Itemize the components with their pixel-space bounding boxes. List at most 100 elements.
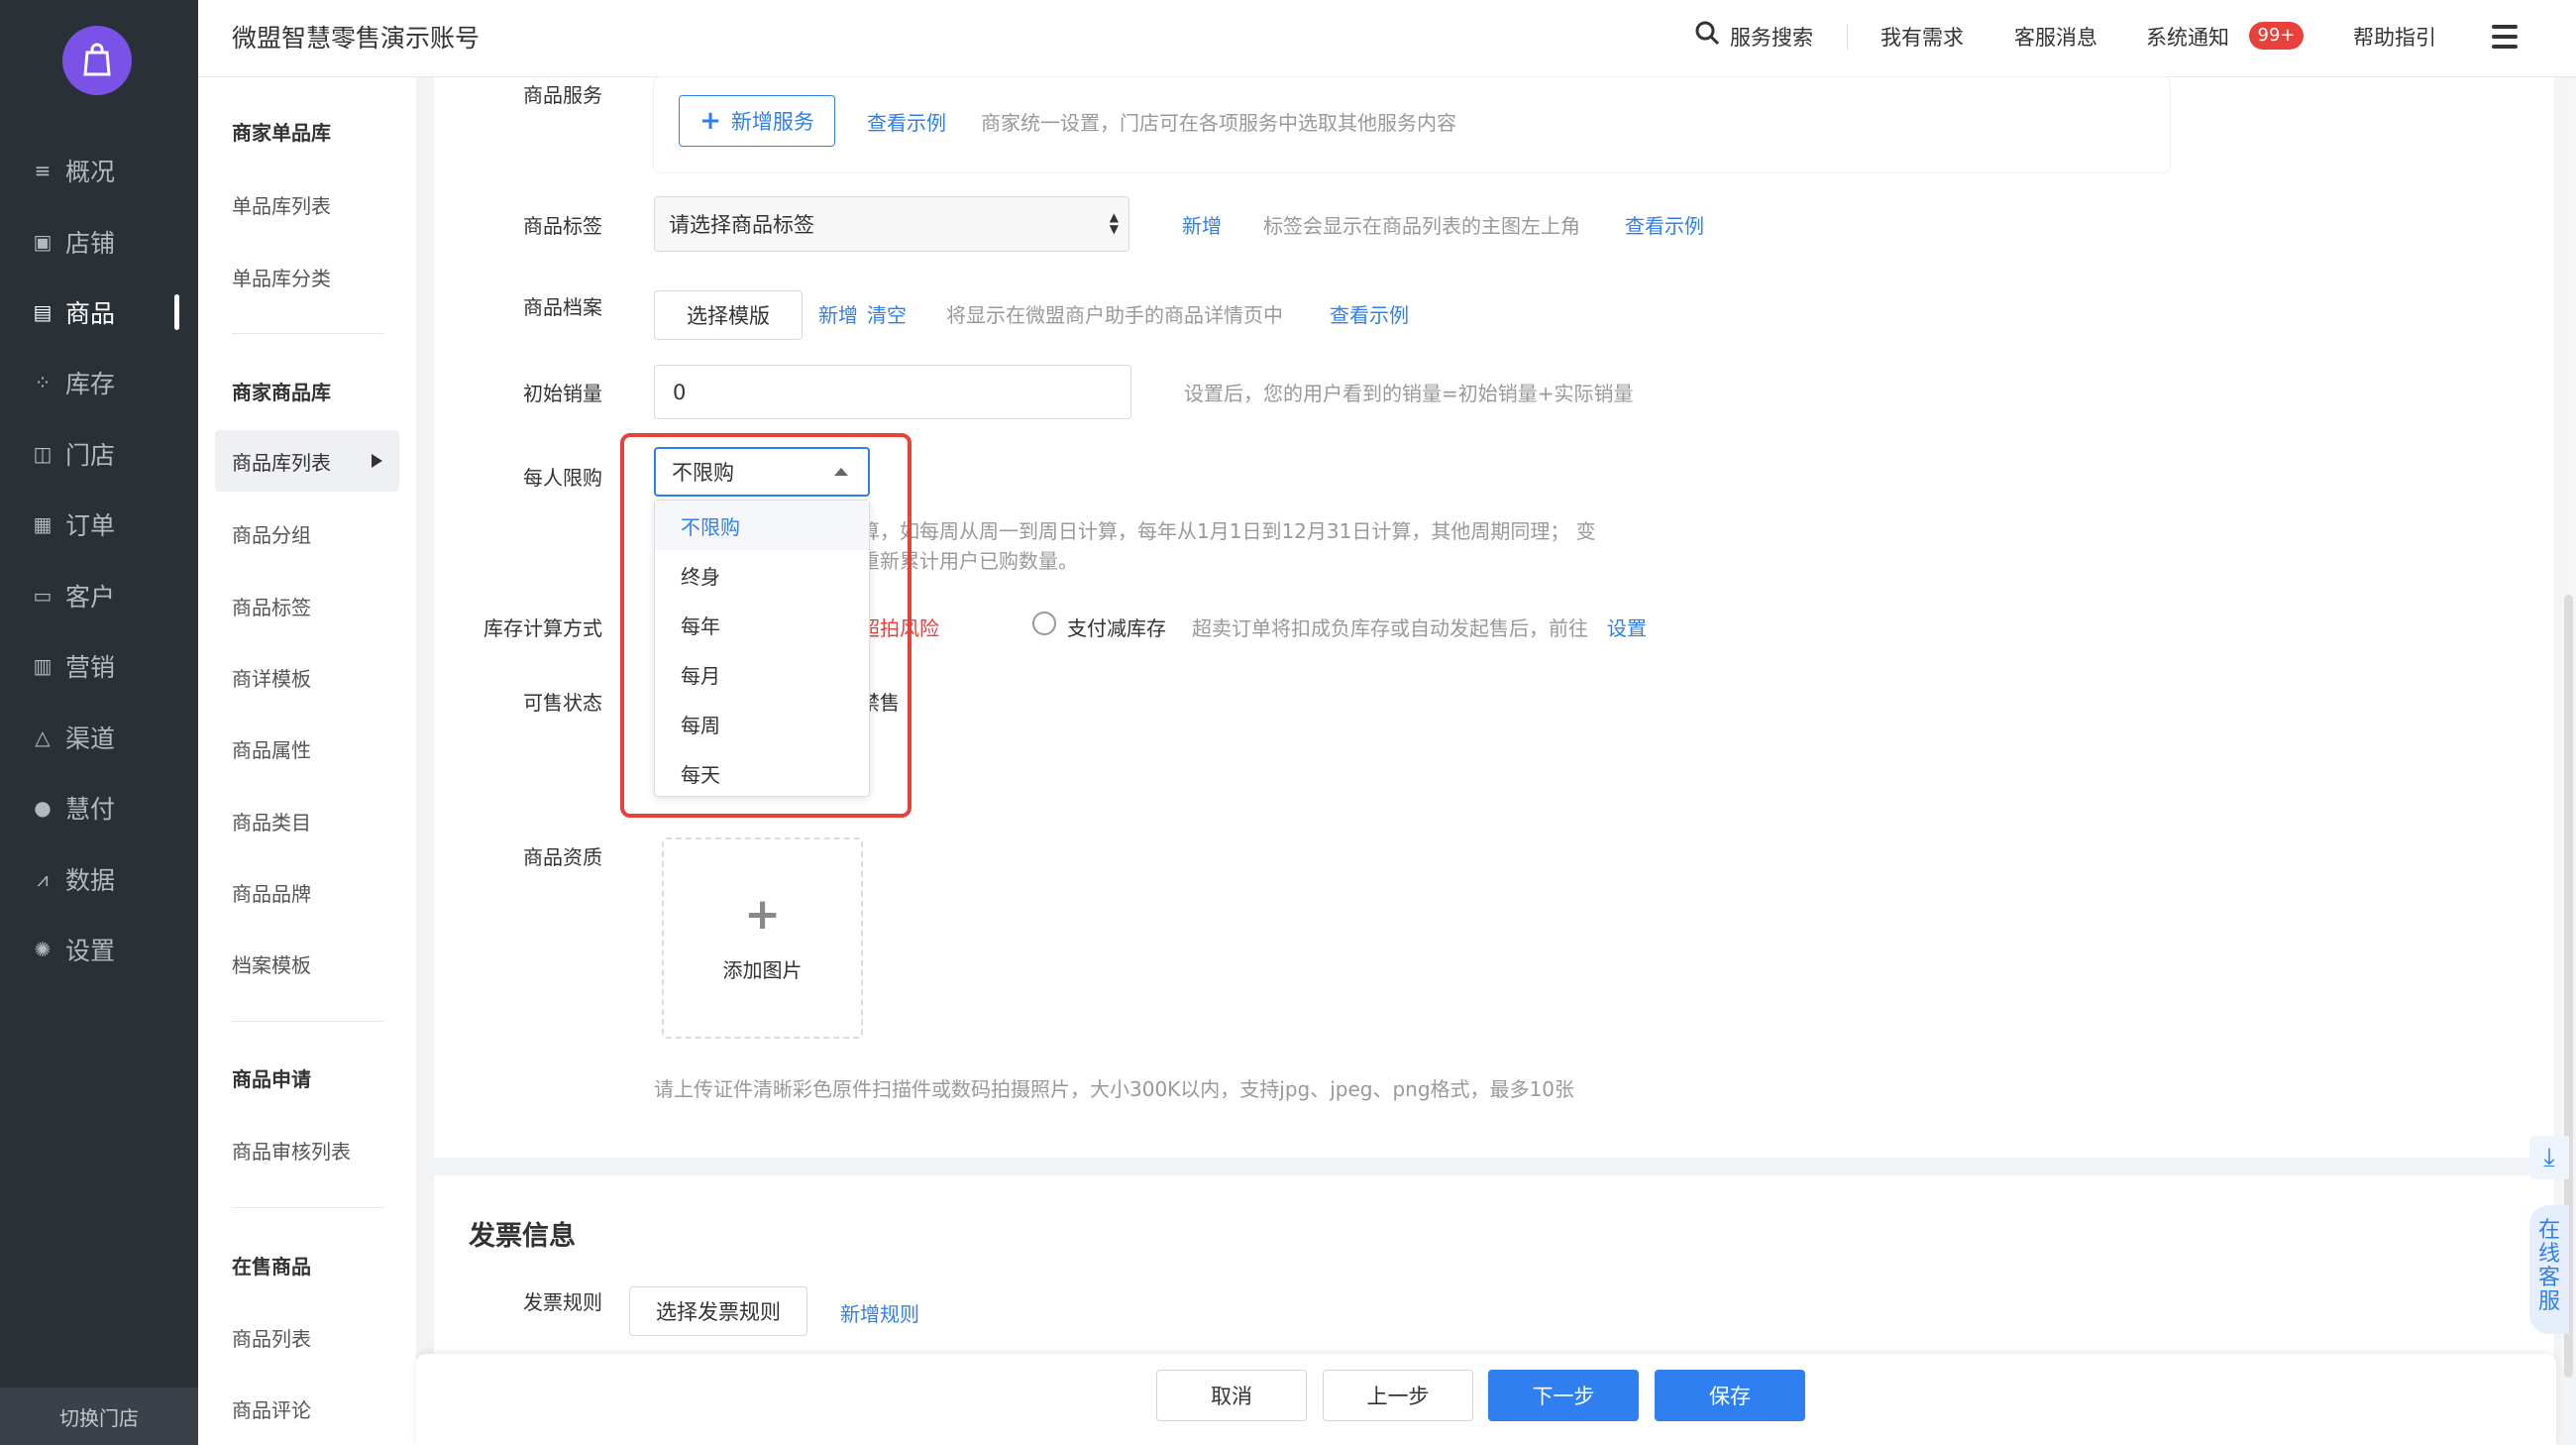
settings-icon: ✺ <box>34 938 52 961</box>
initial-sales-input[interactable]: 0 <box>654 365 1131 419</box>
nav-item-store[interactable]: ▣ 店铺 <box>0 217 198 267</box>
my-needs-link[interactable]: 我有需求 <box>1880 22 1964 52</box>
download-icon[interactable]: ⤓ <box>2529 1136 2569 1179</box>
tag-example-link[interactable]: 查看示例 <box>1625 210 1704 239</box>
nav-item-channel[interactable]: △ 渠道 <box>0 713 198 762</box>
clear-archive-link[interactable]: 清空 <box>867 299 907 328</box>
tag-select-value: 请选择商品标签 <box>669 213 814 237</box>
stock-calc-label: 库存计算方式 <box>483 616 602 640</box>
marketing-icon: ▥ <box>33 654 53 678</box>
stock-calc-hint: 超卖订单将扣成负库存或自动发起售后，前往 <box>1192 616 1588 640</box>
plus-icon: + <box>744 889 781 940</box>
subnav-item-label: 商品库列表 <box>232 450 331 475</box>
highlight-annotation <box>620 433 912 818</box>
add-tag-link[interactable]: 新增 <box>1182 210 1222 239</box>
nav-item-customer[interactable]: ▭ 客户 <box>0 571 198 620</box>
subnav-item[interactable]: 商详模板 <box>215 646 399 708</box>
nav-item-inventory[interactable]: ⁘ 库存 <box>0 358 198 407</box>
next-step-button[interactable]: 下一步 <box>1488 1370 1639 1421</box>
subnav-group-title: 商家单品库 <box>232 121 331 145</box>
cancel-button[interactable]: 取消 <box>1156 1370 1307 1421</box>
nav-label: 概况 <box>65 158 116 186</box>
app-logo[interactable] <box>62 26 132 95</box>
help-link[interactable]: 帮助指引 <box>2353 22 2436 52</box>
service-message-link[interactable]: 客服消息 <box>2014 22 2097 52</box>
service-example-link[interactable]: 查看示例 <box>867 107 946 136</box>
nav-label: 设置 <box>65 937 116 965</box>
service-label: 商品服务 <box>523 83 602 107</box>
tag-hint: 标签会显示在商品列表的主图左上角 <box>1263 214 1580 238</box>
prev-step-button[interactable]: 上一步 <box>1323 1370 1473 1421</box>
archive-label: 商品档案 <box>523 295 602 319</box>
add-invoice-rule-link[interactable]: 新增规则 <box>840 1298 919 1327</box>
order-icon: ▦ <box>33 512 53 536</box>
subnav-item-label: 商品类目 <box>232 810 311 834</box>
nav-item-order[interactable]: ▦ 订单 <box>0 500 198 549</box>
limit-hint-line1: 算，如每周从周一到周日计算，每年从1月1日到12月31日计算，其他周期同理； 变 <box>860 519 1596 543</box>
tag-select[interactable]: 请选择商品标签 ▲ ▼ <box>654 196 1129 252</box>
limit-label: 每人限购 <box>523 466 602 490</box>
nav-label: 库存 <box>65 370 116 398</box>
add-service-button[interactable]: + 新增服务 <box>679 95 835 147</box>
account-name: 微盟智慧零售演示账号 <box>232 24 481 53</box>
list-icon: ≡ <box>34 159 52 182</box>
switch-store-button[interactable]: 切换门店 <box>0 1388 198 1445</box>
nav-item-overview[interactable]: ≡ 概况 <box>0 146 198 195</box>
nav-item-shop[interactable]: ◫ 门店 <box>0 429 198 479</box>
subnav-item[interactable]: 单品库列表 <box>215 173 399 235</box>
search-icon[interactable] <box>1694 20 1720 46</box>
add-archive-link[interactable]: 新增 <box>818 299 858 328</box>
subnav-item[interactable]: 商品品牌 <box>215 861 399 923</box>
subnav-item-label: 单品库列表 <box>232 193 331 218</box>
subnav-item[interactable]: 商品标签 <box>215 575 399 636</box>
qualification-hint: 请上传证件清晰彩色原件扫描件或数码拍摄照片，大小300K以内，支持jpg、jpe… <box>654 1077 1575 1101</box>
subnav-item-label: 档案模板 <box>232 952 311 977</box>
pay-reduce-label[interactable]: 支付减库存 <box>1067 612 1166 641</box>
nav-item-pay[interactable]: ● 慧付 <box>0 783 198 833</box>
nav-item-marketing[interactable]: ▥ 营销 <box>0 641 198 691</box>
divider <box>232 1021 384 1022</box>
save-button[interactable]: 保存 <box>1655 1370 1805 1421</box>
nav-label: 订单 <box>65 511 116 540</box>
nav-item-data[interactable]: ⩘ 数据 <box>0 854 198 904</box>
subnav-item[interactable]: 单品库分类 <box>215 246 399 307</box>
caret-right-icon <box>372 454 382 468</box>
subnav-item[interactable]: 商品列表 <box>215 1306 399 1368</box>
online-service-button[interactable]: 在线客服 <box>2529 1205 2569 1334</box>
subnav-item[interactable]: 商品审核列表 <box>215 1119 399 1180</box>
subnav-group-title: 在售商品 <box>232 1255 311 1278</box>
select-invoice-rule-button[interactable]: 选择发票规则 <box>629 1286 807 1336</box>
nav-active-indicator <box>174 294 179 330</box>
system-notice-link[interactable]: 系统通知 <box>2146 22 2229 52</box>
menu-icon[interactable] <box>2492 25 2518 49</box>
subnav-item[interactable]: 商品分组 <box>215 502 399 564</box>
subnav-item[interactable]: 商品评论 <box>215 1378 399 1439</box>
subnav-item-goods-library-list[interactable]: 商品库列表 <box>215 430 399 492</box>
subnav-item[interactable]: 商品属性 <box>215 718 399 779</box>
nav-label: 客户 <box>65 583 116 611</box>
select-template-button[interactable]: 选择模版 <box>654 290 803 340</box>
nav-item-goods[interactable]: ▤ 商品 <box>0 287 198 337</box>
nav-item-settings[interactable]: ✺ 设置 <box>0 925 198 974</box>
service-search-link[interactable]: 服务搜索 <box>1730 22 1813 52</box>
data-icon: ⩘ <box>37 867 49 891</box>
divider <box>232 333 384 334</box>
stock-settings-link[interactable]: 设置 <box>1607 612 1647 641</box>
subnav-item[interactable]: 商品类目 <box>215 790 399 851</box>
subnav-group-title: 商品申请 <box>232 1067 311 1091</box>
nav-label: 商品 <box>65 299 116 328</box>
subnav-item[interactable]: 档案模板 <box>215 933 399 994</box>
divider <box>232 1207 384 1208</box>
subnav-item-label: 商品标签 <box>232 595 311 619</box>
subnav-item-label: 商品列表 <box>232 1326 311 1351</box>
plus-icon: + <box>699 106 721 136</box>
initial-sales-hint: 设置后，您的用户看到的销量=初始销量+实际销量 <box>1184 382 1634 405</box>
action-bar <box>416 1354 2556 1445</box>
nav-label: 慧付 <box>65 795 116 824</box>
add-image-upload[interactable]: + 添加图片 <box>662 837 863 1039</box>
archive-example-link[interactable]: 查看示例 <box>1330 299 1409 328</box>
nav-label: 渠道 <box>65 724 116 753</box>
pay-reduce-radio[interactable] <box>1032 611 1056 635</box>
notice-badge: 99+ <box>2249 22 2304 50</box>
store-icon: ▣ <box>33 230 53 254</box>
